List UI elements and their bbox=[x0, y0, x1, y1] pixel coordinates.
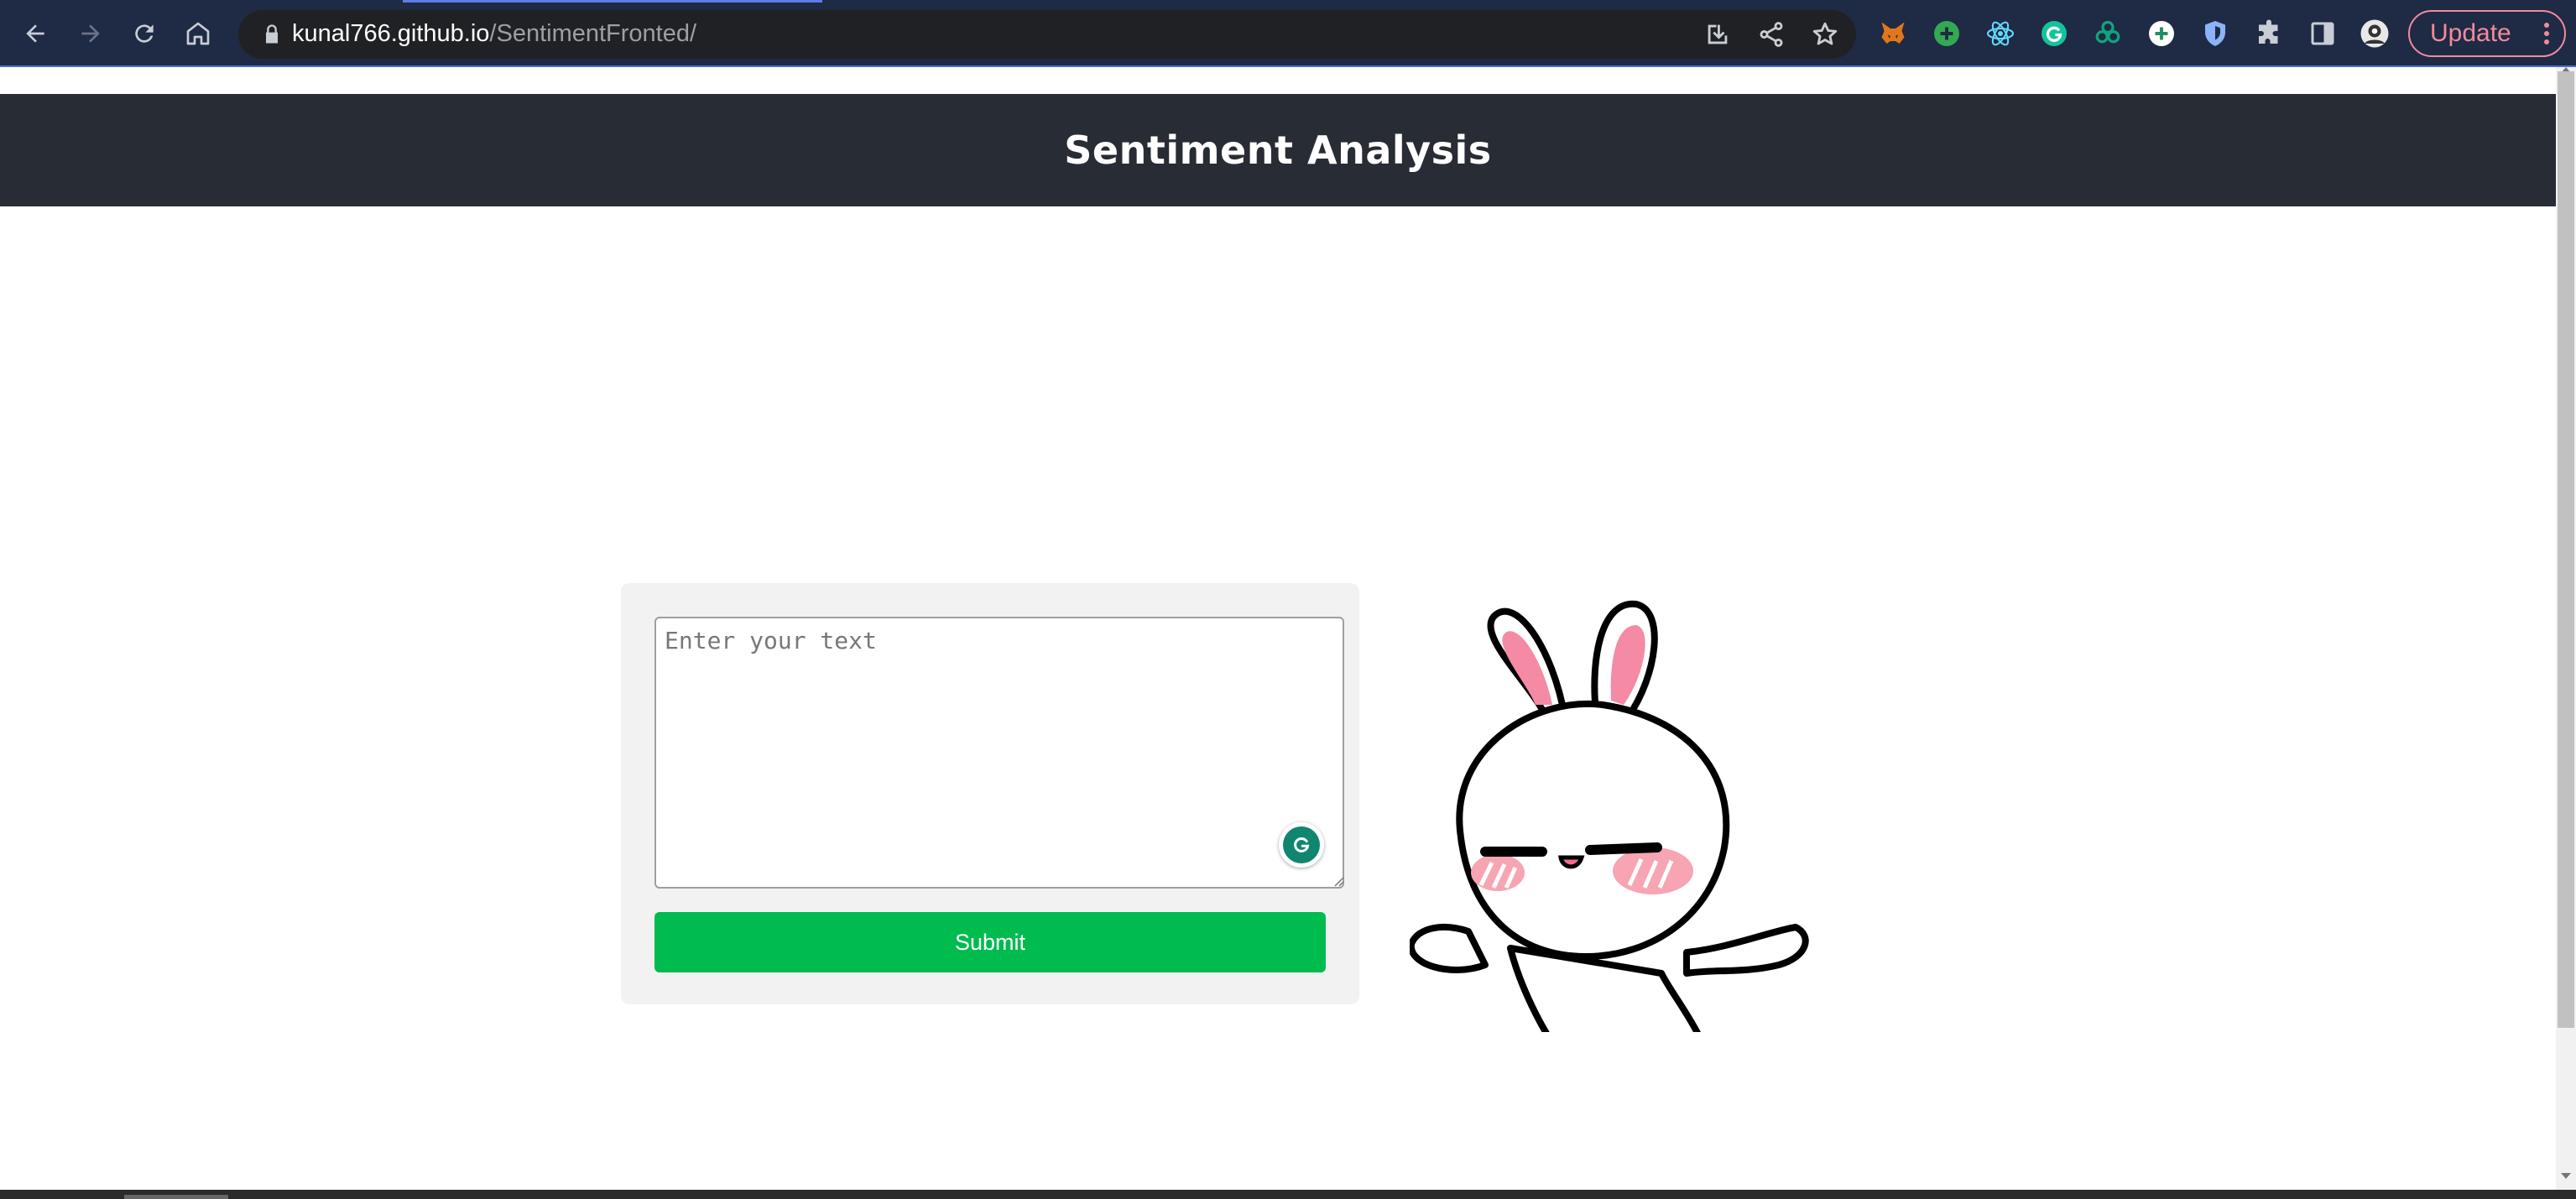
more-menu-icon[interactable] bbox=[2541, 18, 2553, 49]
back-arrow-icon bbox=[26, 24, 44, 43]
chatgpt-icon[interactable] bbox=[2091, 15, 2125, 52]
react-atom-icon[interactable] bbox=[1984, 15, 2017, 52]
grammarly-button[interactable] bbox=[1279, 822, 1324, 868]
shield-icon[interactable] bbox=[2198, 15, 2232, 52]
page-title: Sentiment Analysis bbox=[1064, 128, 1492, 173]
vertical-scrollbar[interactable] bbox=[2556, 67, 2576, 1190]
puzzle-icon[interactable] bbox=[2252, 15, 2286, 52]
forward-arrow-icon bbox=[81, 24, 100, 43]
bunny-illustration bbox=[1410, 600, 1809, 1032]
side-panel-icon[interactable] bbox=[2306, 15, 2339, 52]
url-text: kunal766.github.io/SentimentFronted/ bbox=[292, 20, 696, 48]
submit-button[interactable]: Submit bbox=[654, 912, 1326, 972]
reload-button[interactable] bbox=[124, 13, 164, 54]
home-icon bbox=[186, 22, 210, 45]
url-host: kunal766.github.io bbox=[292, 20, 490, 47]
reload-icon bbox=[135, 24, 154, 43]
os-taskbar bbox=[0, 1190, 2576, 1199]
address-bar[interactable]: kunal766.github.io/SentimentFronted/ bbox=[238, 10, 1856, 59]
app-header: Sentiment Analysis bbox=[0, 94, 2556, 206]
browser-toolbar: kunal766.github.io/SentimentFronted/ Upd… bbox=[0, 0, 2576, 67]
page-top-gap bbox=[0, 67, 2556, 94]
active-tab-indicator bbox=[403, 0, 822, 3]
install-app-icon[interactable] bbox=[1703, 20, 1732, 49]
text-input[interactable] bbox=[654, 617, 1344, 889]
home-button[interactable] bbox=[178, 13, 218, 54]
bookmark-star-icon[interactable] bbox=[1811, 20, 1839, 49]
input-card: Submit bbox=[621, 583, 1359, 1004]
grammarly-extension-icon[interactable] bbox=[2037, 15, 2071, 52]
taskbar-item[interactable] bbox=[124, 1195, 228, 1199]
grammarly-icon bbox=[1283, 826, 1320, 863]
metamask-fox-icon[interactable] bbox=[1876, 15, 1910, 52]
update-label: Update bbox=[2430, 19, 2511, 47]
scroll-down-arrow-icon[interactable] bbox=[2561, 1173, 2571, 1179]
green-plus-icon[interactable] bbox=[1930, 15, 1963, 52]
forward-button[interactable] bbox=[70, 13, 111, 54]
profile-avatar-icon[interactable] bbox=[2358, 15, 2391, 52]
share-icon[interactable] bbox=[1757, 20, 1786, 49]
plus-circle-icon[interactable] bbox=[2145, 15, 2178, 52]
resize-handle-icon[interactable] bbox=[1331, 873, 1344, 887]
update-button[interactable]: Update bbox=[2408, 10, 2566, 57]
lock-icon bbox=[266, 24, 278, 44]
scrollbar-thumb[interactable] bbox=[2558, 71, 2574, 1028]
url-path: /SentimentFronted/ bbox=[489, 20, 697, 47]
back-button[interactable] bbox=[15, 13, 55, 54]
